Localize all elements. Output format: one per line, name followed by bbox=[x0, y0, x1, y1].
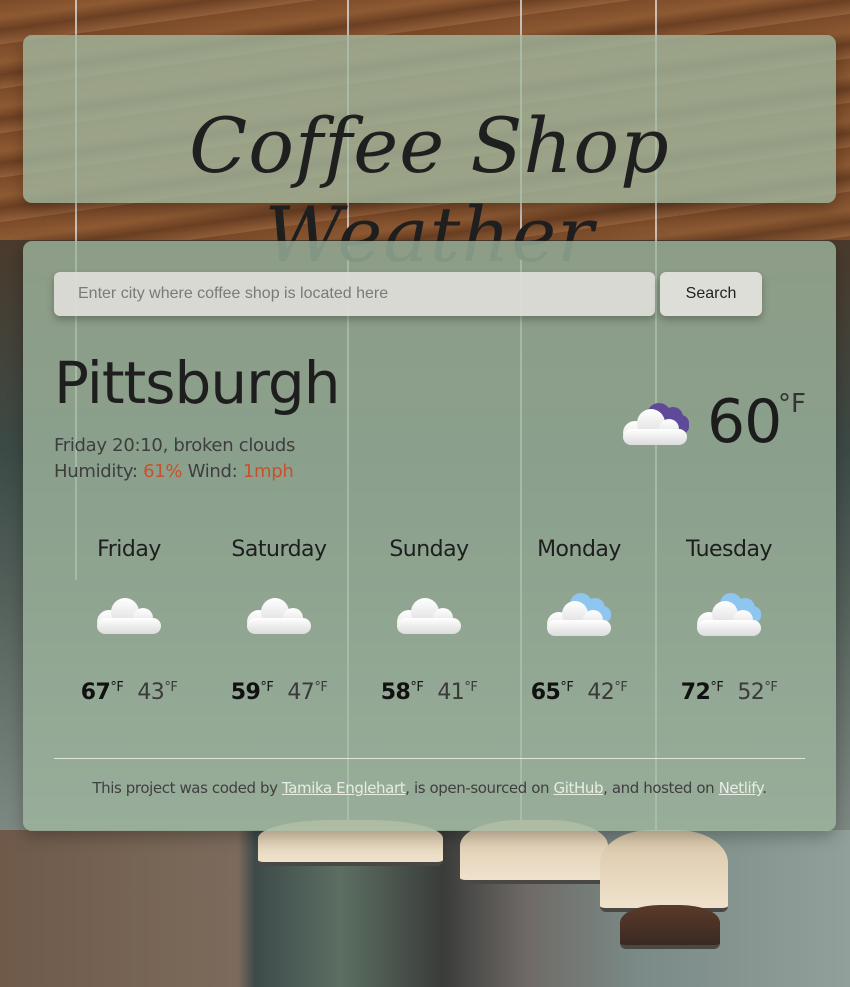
temperature-unit-toggle[interactable]: °F bbox=[778, 389, 806, 419]
partly-cloudy-icon bbox=[697, 593, 761, 636]
background-lamp bbox=[600, 830, 728, 912]
forecast-temps: 67°F 43°F bbox=[54, 680, 204, 705]
forecast-min: 42°F bbox=[587, 680, 628, 705]
wind-value: 1mph bbox=[242, 461, 294, 482]
weather-card: Search Pittsburgh Friday 20:10, broken c… bbox=[23, 241, 836, 831]
forecast-max: 58°F bbox=[380, 680, 424, 705]
footer: This project was coded by Tamika Engleha… bbox=[23, 779, 836, 797]
forecast-day-name: Sunday bbox=[389, 537, 469, 562]
wind-label: Wind: bbox=[187, 461, 238, 482]
broken-clouds-night-icon bbox=[623, 403, 689, 445]
forecast-max: 59°F bbox=[230, 680, 274, 705]
background-cafe-interior bbox=[0, 830, 850, 987]
humidity-label: Humidity: bbox=[54, 461, 138, 482]
forecast-day: Sunday 58°F 41°F bbox=[354, 537, 504, 705]
forecast-max: 67°F bbox=[80, 680, 124, 705]
footer-text: . bbox=[762, 779, 767, 797]
background-lamp bbox=[620, 905, 720, 949]
current-day-time: Friday 20:10 bbox=[54, 435, 163, 456]
forecast-temps: 58°F 41°F bbox=[354, 680, 504, 705]
forecast-day-name: Tuesday bbox=[685, 537, 773, 562]
netlify-link[interactable]: Netlify bbox=[719, 779, 763, 797]
forecast-day: Friday 67°F 43°F bbox=[54, 537, 204, 705]
forecast-day-name: Monday bbox=[537, 537, 621, 562]
weather-description: broken clouds bbox=[173, 435, 296, 456]
forecast-min: 43°F bbox=[137, 680, 178, 705]
current-temperature: 60 bbox=[707, 387, 782, 457]
forecast-day: Saturday 59°F 47°F bbox=[204, 537, 354, 705]
forecast-day: Tuesday 72°F 52°F bbox=[654, 537, 804, 705]
author-link[interactable]: Tamika Englehart bbox=[282, 779, 406, 797]
forecast-min: 52°F bbox=[737, 680, 778, 705]
forecast-row: Friday 67°F 43°F Saturday 59°F 47°F Sunday bbox=[54, 537, 806, 727]
humidity-value: 61% bbox=[143, 461, 183, 482]
forecast-temps: 65°F 42°F bbox=[504, 680, 654, 705]
forecast-min: 47°F bbox=[287, 680, 328, 705]
forecast-max: 65°F bbox=[530, 680, 574, 705]
footer-text: , is open-sourced on bbox=[405, 779, 554, 797]
footer-text: , and hosted on bbox=[603, 779, 719, 797]
forecast-day-name: Saturday bbox=[231, 537, 327, 562]
forecast-max: 72°F bbox=[680, 680, 724, 705]
forecast-temps: 72°F 52°F bbox=[654, 680, 804, 705]
city-search-input[interactable] bbox=[54, 272, 655, 316]
cloudy-icon bbox=[397, 598, 461, 634]
separator: , bbox=[162, 435, 174, 456]
github-link[interactable]: GitHub bbox=[554, 779, 604, 797]
partly-cloudy-icon bbox=[547, 593, 611, 636]
cloudy-icon bbox=[97, 598, 161, 634]
city-name: Pittsburgh bbox=[54, 349, 340, 417]
footer-divider bbox=[54, 758, 805, 759]
forecast-day: Monday 65°F 42°F bbox=[504, 537, 654, 705]
current-conditions: Humidity: 61% Wind: 1mph bbox=[54, 461, 294, 482]
cloudy-icon bbox=[247, 598, 311, 634]
forecast-temps: 59°F 47°F bbox=[204, 680, 354, 705]
forecast-day-name: Friday bbox=[97, 537, 161, 562]
forecast-min: 41°F bbox=[437, 680, 478, 705]
search-button[interactable]: Search bbox=[660, 272, 762, 316]
current-description: Friday 20:10, broken clouds bbox=[54, 435, 295, 456]
footer-text: This project was coded by bbox=[92, 779, 282, 797]
header-card: Coffee Shop Weather bbox=[23, 35, 836, 279]
